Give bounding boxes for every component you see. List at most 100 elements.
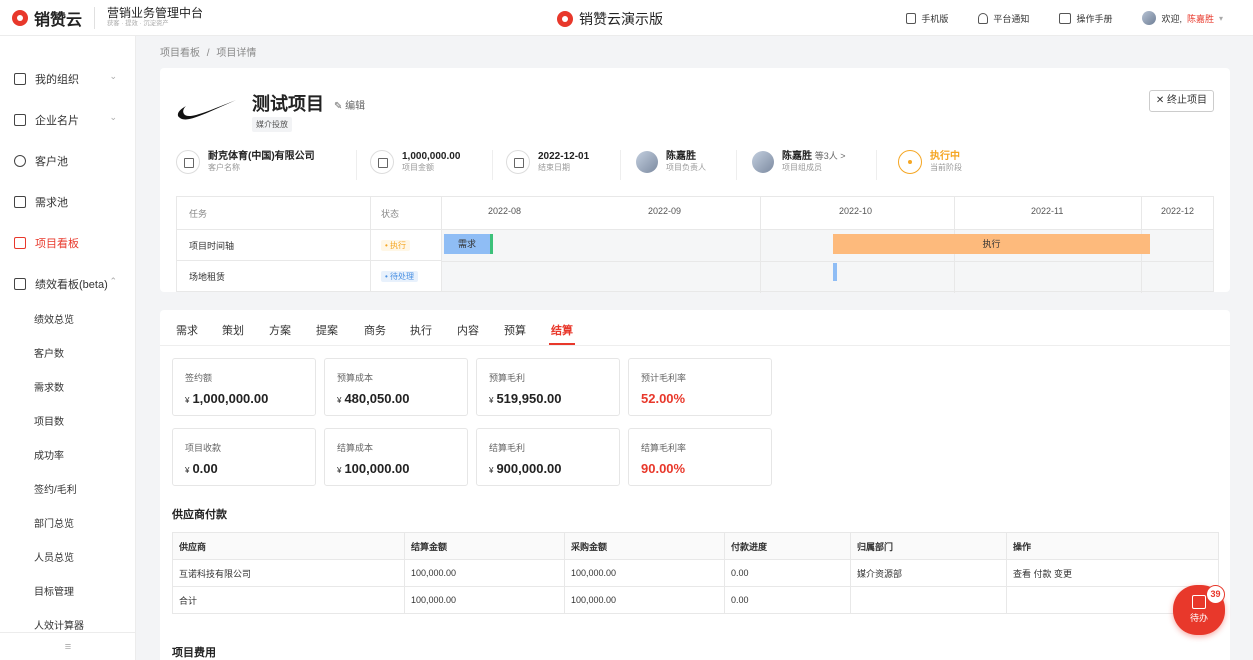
status-text: 待处理: [390, 272, 415, 281]
info-members[interactable]: 陈嘉胜 等3人 > 项目组成员: [752, 150, 846, 173]
sidebar-item-needs[interactable]: 需求池: [0, 181, 135, 222]
logo-text: 销赞云: [34, 11, 83, 29]
gantt-header-task: 任务: [177, 197, 371, 229]
section-title-expense: 项目费用: [172, 647, 216, 659]
sidebar-sub-item[interactable]: 成功率: [0, 440, 135, 474]
kpi-value: 519,950.00: [496, 391, 562, 406]
gantt-task-table: 任务 状态 项目时间轴 • 执行 场地租赁 • 待处理: [176, 196, 442, 292]
gantt-task: 项目时间轴: [177, 230, 371, 260]
collapse-button[interactable]: ≡: [0, 632, 136, 660]
gantt-bar-marker[interactable]: [490, 234, 493, 254]
tab-need[interactable]: 需求: [176, 322, 198, 338]
sidebar-item-performance[interactable]: 绩效看板(beta) ⌃: [0, 263, 135, 304]
calendar-icon: [506, 150, 530, 174]
system-title-text: 营销业务管理中台: [107, 6, 204, 21]
sidebar-label: 绩效看板(beta): [35, 278, 108, 291]
currency-symbol: ¥: [337, 466, 342, 475]
gantt-month: 2022-10: [839, 206, 873, 216]
table-header: 归属部门: [850, 532, 1007, 560]
project-card: 测试项目 ✎ 编辑 媒介投放 ✕ 终止项目 耐克体育(中国)有限公司 客户名称 1…: [160, 68, 1230, 293]
gantt-row[interactable]: 项目时间轴 • 执行: [177, 230, 441, 261]
chevron-down-icon: ⌄: [109, 112, 117, 122]
table-header: 付款进度: [724, 532, 851, 560]
breadcrumb-root[interactable]: 项目看板: [160, 48, 200, 59]
row-actions[interactable]: 查看 付款 变更: [1006, 559, 1219, 587]
system-subtitle: 获客 · 提效 · 沉淀资产: [107, 20, 169, 27]
info-label: 项目组成员: [782, 163, 822, 172]
info-value: 2022-12-01: [538, 151, 590, 163]
info-value: 1,000,000.00: [402, 151, 461, 163]
table-header: 供应商: [172, 532, 405, 560]
sidebar-sub-item[interactable]: 项目数: [0, 406, 135, 440]
table-cell: 0.00: [724, 559, 851, 587]
kpi-card: 预计毛利率 52.00%: [628, 358, 772, 416]
info-label: 当前阶段: [930, 163, 962, 173]
stop-label: 终止项目: [1167, 95, 1207, 106]
detail-card: 需求 策划 方案 提案 商务 执行 内容 预算 结算 签约额 ¥1,000,000…: [160, 310, 1230, 660]
sidebar-sub-item[interactable]: 客户数: [0, 338, 135, 372]
kpi-card: 预算成本 ¥480,050.00: [324, 358, 468, 416]
gantt-row-line: [442, 261, 1213, 262]
tab-plan[interactable]: 策划: [222, 322, 244, 338]
info-label: 客户名称: [208, 163, 240, 173]
list-icon: [14, 195, 26, 208]
kpi-card: 签约额 ¥1,000,000.00: [172, 358, 316, 416]
tab-scheme[interactable]: 方案: [269, 322, 291, 338]
avatar: [636, 150, 658, 173]
tab-proposal[interactable]: 提案: [316, 322, 338, 338]
info-label: 结束日期: [538, 163, 570, 173]
welcome-text: 欢迎,: [1161, 13, 1182, 24]
stop-project-button[interactable]: ✕ 终止项目: [1148, 90, 1214, 112]
breadcrumb-current: 项目详情: [216, 48, 257, 59]
sidebar-item-customers[interactable]: 客户池: [0, 140, 135, 181]
status-badge: • 执行: [381, 239, 411, 251]
divider: [620, 150, 621, 180]
manual-link[interactable]: 操作手册: [1059, 12, 1112, 25]
sidebar-label: 需求池: [35, 196, 68, 209]
chevron-down-icon: ▾: [1218, 13, 1223, 23]
table-cell: 100,000.00: [404, 559, 565, 587]
user-menu[interactable]: 欢迎, 陈嘉胜 ▾: [1142, 11, 1223, 25]
mobile-link[interactable]: 手机版: [906, 12, 948, 25]
avatar: [1142, 11, 1157, 25]
sidebar-sub-item[interactable]: 部门总览: [0, 508, 135, 542]
kpi-card: 预算毛利 ¥519,950.00: [476, 358, 620, 416]
sidebar-sub-item[interactable]: 人员总览: [0, 542, 135, 576]
gantt-bar-need[interactable]: 需求: [444, 234, 490, 254]
table-cell: 100,000.00: [564, 559, 725, 587]
gantt-timeline-header: [442, 197, 1213, 230]
gantt-row[interactable]: 场地租赁 • 待处理: [177, 261, 441, 292]
sidebar-item-projects[interactable]: 项目看板: [0, 222, 135, 263]
tab-budget[interactable]: 预算: [504, 322, 526, 338]
tab-content[interactable]: 内容: [457, 322, 479, 338]
tab-settlement[interactable]: 结算: [551, 322, 573, 338]
sidebar-sub-item[interactable]: 绩效总览: [0, 304, 135, 338]
todo-label: 待办: [1189, 613, 1208, 623]
gantt-month: 2022-12: [1161, 206, 1195, 216]
sidebar-item-card[interactable]: 企业名片 ⌄: [0, 99, 135, 140]
gantt-bar-venue[interactable]: [833, 263, 837, 281]
gantt-month: 2022-08: [488, 206, 522, 216]
tab-execute[interactable]: 执行: [410, 322, 432, 338]
divider: [876, 150, 877, 180]
sidebar-item-org[interactable]: 我的组织 ⌄: [0, 58, 135, 99]
tab-underline: [549, 343, 575, 345]
center-title: 销赞云演示版: [557, 9, 663, 29]
info-value: 陈嘉胜: [782, 151, 812, 162]
sidebar-label: 项目看板: [35, 237, 79, 250]
logo[interactable]: 销赞云: [12, 6, 84, 30]
tab-business[interactable]: 商务: [364, 322, 386, 338]
notify-label: 平台通知: [993, 13, 1030, 24]
table-cell: 100,000.00: [404, 586, 565, 614]
stage-icon: [898, 150, 922, 174]
edit-button[interactable]: ✎ 编辑: [334, 97, 365, 112]
gantt-gridline: [760, 197, 761, 293]
members-more[interactable]: 等3人 >: [815, 151, 846, 161]
sidebar-sub-item[interactable]: 需求数: [0, 372, 135, 406]
book-icon: [1059, 12, 1072, 24]
top-right-menu: 手机版 平台通知 操作手册 欢迎, 陈嘉胜 ▾: [906, 0, 1223, 36]
notify-link[interactable]: 平台通知: [978, 12, 1029, 25]
gantt-bar-exec[interactable]: 执行: [833, 234, 1150, 254]
sidebar-sub-item[interactable]: 签约/毛利: [0, 474, 135, 508]
sidebar-sub-item[interactable]: 目标管理: [0, 576, 135, 610]
